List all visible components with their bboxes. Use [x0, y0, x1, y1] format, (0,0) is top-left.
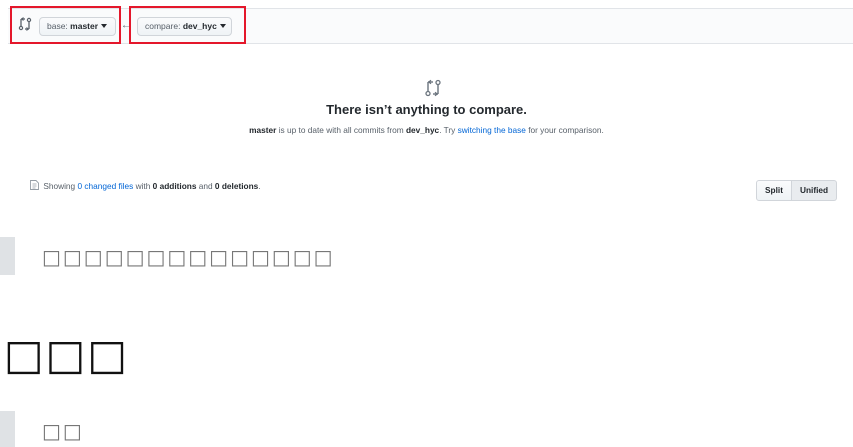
diff-stats-summary: Showing 0 changed files with 0 additions…	[30, 180, 261, 191]
file-diff-icon	[30, 180, 39, 190]
deletions-count: 0 deletions	[214, 181, 259, 191]
blockquote-border	[0, 237, 15, 275]
split-view-button[interactable]: Split	[756, 180, 792, 201]
changed-files-link[interactable]: 0 changed files	[77, 181, 133, 191]
blankslate-title: There isn’t anything to compare.	[326, 102, 527, 117]
additions-count: 0 additions	[152, 181, 197, 191]
toc-text: with	[133, 181, 153, 191]
desc-text: for your comparison.	[525, 125, 604, 135]
toc-prefix: Showing	[43, 181, 78, 191]
blankslate-description: master is up to date with all commits fr…	[0, 125, 853, 135]
blockquote-text: □□□□□□□□□□□□□□	[42, 245, 335, 269]
blockquote-text: □□	[42, 419, 84, 443]
compare-highlight-box	[129, 6, 246, 44]
diff-view-toggle: Split Unified	[756, 180, 838, 201]
git-compare-icon	[425, 79, 441, 97]
base-highlight-box	[10, 6, 121, 44]
toc-text: and	[196, 181, 215, 191]
compare-branch-ref: dev_hyc	[405, 125, 440, 135]
desc-text: is up to date with all commits from	[276, 125, 406, 135]
desc-text: . Try	[439, 125, 458, 135]
unified-view-button[interactable]: Unified	[791, 180, 838, 201]
switching-base-link[interactable]: switching the base	[458, 125, 526, 135]
base-branch-ref: master	[249, 125, 277, 135]
toc-text: .	[258, 181, 261, 191]
blockquote-border	[0, 411, 15, 447]
section-heading: □□□	[4, 330, 130, 379]
